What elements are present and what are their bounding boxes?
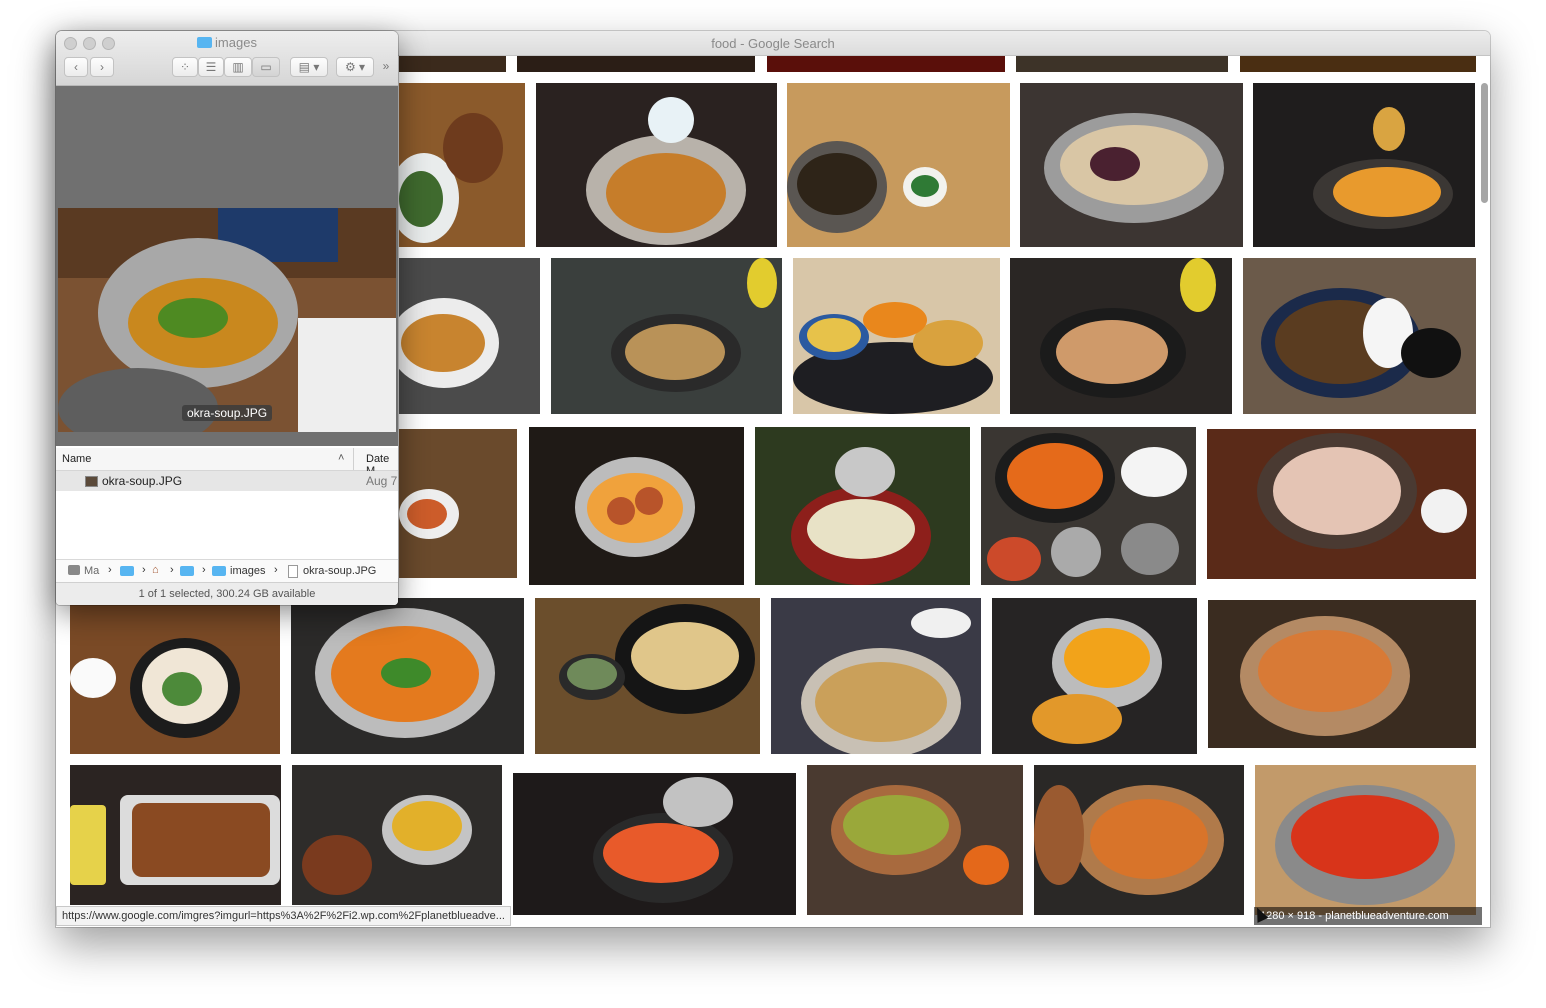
image-result[interactable]	[529, 427, 744, 585]
image-result[interactable]	[1253, 83, 1475, 247]
image-result[interactable]	[981, 427, 1196, 585]
folder-icon	[197, 37, 213, 48]
file-row[interactable]: okra-soup.JPG Aug 7	[56, 471, 398, 491]
image-result[interactable]	[551, 258, 782, 414]
folder-icon[interactable]	[212, 566, 226, 576]
image-result[interactable]	[1240, 55, 1476, 72]
path-bar: Ma › › ⌂ › › images › okra-soup.JPG	[56, 559, 398, 582]
finder-toolbar: images ‹ › ⁘ ☰ ▥ ▭ ▤ ▾ ⚙ ▾ »	[56, 31, 398, 86]
gallery-view-icon[interactable]: ▭	[252, 57, 280, 77]
icon-view-icon[interactable]: ⁘	[172, 57, 198, 77]
image-result[interactable]	[399, 258, 540, 414]
image-result[interactable]	[793, 258, 1000, 414]
image-result[interactable]	[292, 765, 502, 905]
disk-icon[interactable]	[68, 565, 80, 575]
image-result[interactable]	[291, 598, 524, 754]
image-result[interactable]	[787, 83, 1010, 247]
scrollbar[interactable]	[1481, 83, 1488, 203]
image-result[interactable]	[536, 83, 777, 247]
image-result[interactable]	[70, 765, 281, 905]
arrange-icon[interactable]: ▤ ▾	[290, 57, 328, 77]
preview-filename-tag: okra-soup.JPG	[182, 405, 273, 421]
image-result[interactable]	[399, 83, 525, 247]
image-result[interactable]	[399, 429, 517, 578]
file-list-header: Name ˄ Date M	[56, 448, 398, 477]
path-item-file[interactable]: okra-soup.JPG	[303, 565, 376, 577]
more-icon[interactable]: »	[378, 57, 394, 77]
column-name-header[interactable]: Name	[62, 453, 91, 465]
path-separator-icon: ›	[202, 564, 206, 576]
list-view-icon[interactable]: ☰	[198, 57, 224, 77]
forward-icon[interactable]: ›	[90, 57, 114, 77]
image-result[interactable]	[513, 773, 796, 915]
finder-status-bar: 1 of 1 selected, 300.24 GB available	[56, 582, 398, 605]
preview-pane: okra-soup.JPG	[56, 86, 398, 446]
path-item-disk[interactable]: Ma	[84, 565, 99, 577]
image-result[interactable]	[767, 55, 1005, 72]
image-result[interactable]	[755, 427, 970, 585]
image-result[interactable]	[807, 765, 1023, 915]
column-view-icon[interactable]: ▥	[224, 57, 252, 77]
file-icon[interactable]	[288, 565, 298, 578]
path-separator-icon: ›	[108, 564, 112, 576]
image-result[interactable]	[1016, 55, 1228, 72]
image-result[interactable]	[1020, 83, 1243, 247]
image-result[interactable]	[771, 598, 981, 754]
image-result[interactable]	[535, 598, 760, 754]
folder-icon[interactable]	[180, 566, 194, 576]
image-result[interactable]	[992, 598, 1197, 754]
image-result[interactable]	[70, 598, 280, 754]
gear-icon[interactable]: ⚙ ▾	[336, 57, 374, 77]
preview-image: okra-soup.JPG	[58, 208, 396, 432]
image-result[interactable]	[1207, 429, 1476, 579]
path-separator-icon: ›	[274, 564, 278, 576]
image-result[interactable]	[1010, 258, 1232, 414]
image-result[interactable]	[1034, 765, 1244, 915]
path-separator-icon: ›	[142, 564, 146, 576]
image-file-icon	[85, 476, 98, 487]
home-icon[interactable]: ⌂	[152, 564, 159, 576]
finder-title: images	[56, 35, 398, 50]
image-result[interactable]	[1208, 600, 1476, 748]
sort-chevron-up-icon[interactable]: ˄	[338, 452, 344, 464]
image-hover-caption: 1280 × 918 - planetblueadventure.com	[1254, 907, 1482, 925]
finder-window: images ‹ › ⁘ ☰ ▥ ▭ ▤ ▾ ⚙ ▾ » okra-soup.J…	[56, 31, 398, 605]
path-separator-icon: ›	[170, 564, 174, 576]
image-result[interactable]	[1243, 258, 1476, 414]
folder-icon[interactable]	[120, 566, 134, 576]
status-bar-url: https://www.google.com/imgres?imgurl=htt…	[56, 906, 511, 926]
file-name: okra-soup.JPG	[102, 474, 183, 488]
back-icon[interactable]: ‹	[64, 57, 88, 77]
image-result[interactable]	[517, 55, 755, 72]
image-result[interactable]	[1255, 765, 1476, 915]
file-date: Aug 7	[366, 474, 398, 488]
path-item-images[interactable]: images	[230, 565, 265, 577]
image-result[interactable]	[399, 55, 506, 72]
